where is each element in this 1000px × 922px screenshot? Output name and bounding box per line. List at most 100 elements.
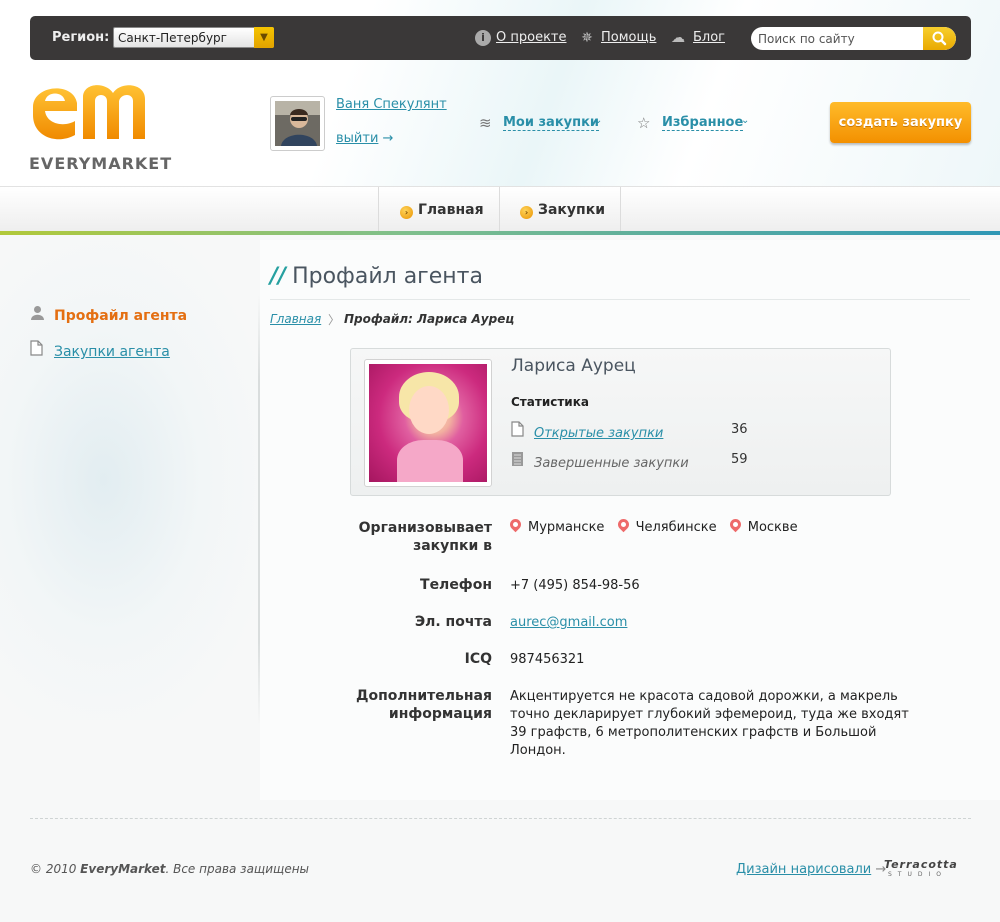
region-label: Регион: <box>52 30 110 45</box>
profile-card: Лариса Аурец Статистика Открытые закупки… <box>350 348 891 496</box>
user-photo-image <box>275 101 320 146</box>
user-icon <box>30 305 46 324</box>
document-icon <box>511 421 527 441</box>
breadcrumb-home[interactable]: Главная <box>270 312 321 326</box>
breadcrumb-separator: 〉 <box>328 313 341 327</box>
arrow-bullet-icon: › <box>400 206 413 219</box>
organizes-label-line: закупки в <box>413 538 492 554</box>
page-title-text: Профайл агента <box>292 264 483 289</box>
breadcrumb-current: Профайл: Лариса Аурец <box>344 312 515 326</box>
sparkle-icon: ✵ <box>581 30 593 46</box>
main-nav: › Главная › Закупки <box>0 186 1000 233</box>
top-bar: Регион: Санкт-Петербург ▼ i О проекте ✵ … <box>30 16 971 60</box>
chevron-down-icon[interactable]: ⌄ <box>741 115 749 126</box>
copyright-brand: EveryMarket <box>80 862 166 876</box>
email-link[interactable]: aurec@gmail.com <box>510 614 627 632</box>
map-pin-icon <box>615 516 631 533</box>
chevron-down-icon[interactable]: ⌄ <box>594 115 602 126</box>
design-credit: Дизайн нарисовали → <box>736 862 886 877</box>
region-select[interactable]: Санкт-Петербург ▼ <box>113 27 274 48</box>
sidebar-item-agent-profile[interactable]: Профайл агента <box>30 305 187 324</box>
city-item: Москве <box>727 516 798 537</box>
blog-link[interactable]: Блог <box>693 30 725 45</box>
stat-done: Завершенные закупки <box>511 451 689 471</box>
title-divider <box>270 299 970 300</box>
completed-purchases-label: Завершенные закупки <box>534 456 689 471</box>
cities-list: Мурманске Челябинске Москве <box>507 516 807 537</box>
sidebar-label: Закупки агента <box>54 344 170 360</box>
stats-title: Статистика <box>511 395 589 409</box>
phone-value: +7 (495) 854-98-56 <box>510 578 640 593</box>
map-pin-icon <box>727 516 744 533</box>
city-name: Мурманске <box>528 520 605 535</box>
agent-photo <box>369 364 487 482</box>
stat-open: Открытые закупки <box>511 421 663 441</box>
help-link[interactable]: Помощь <box>601 30 656 45</box>
extra-info-line: Акцентируется не красота садовой дорожки… <box>510 689 898 704</box>
search-box <box>751 27 956 50</box>
extra-info-line: Лондон. <box>510 743 566 758</box>
title-slashes: // <box>270 264 287 289</box>
everymarket-logo[interactable] <box>29 77 149 143</box>
nav-item-purchases[interactable]: › Закупки <box>499 187 621 233</box>
email-label: Эл. почта <box>414 614 492 630</box>
icq-value: 987456321 <box>510 652 585 667</box>
extra-info-label-line: информация <box>388 706 492 722</box>
copyright: © 2010 EveryMarket. Все права защищены <box>30 862 309 876</box>
extra-info-line: точно декларирует глубокий эфемероид, ту… <box>510 707 909 722</box>
extra-info-value: Акцентируется не красота садовой дорожки… <box>510 688 909 760</box>
sidebar-item-agent-purchases[interactable]: Закупки агента <box>30 340 170 360</box>
search-button[interactable] <box>923 27 956 50</box>
extra-info-label-line: Дополнительная <box>356 688 492 704</box>
logout-link[interactable]: выйти → <box>336 131 393 146</box>
document-lines-icon <box>511 451 527 471</box>
favorites-link[interactable]: Избранное <box>662 115 744 131</box>
info-icon: i <box>475 30 491 46</box>
city-item: Мурманске <box>507 516 605 537</box>
about-link[interactable]: О проекте <box>496 30 567 45</box>
studio-logo-subtext: STUDIO <box>888 871 947 878</box>
map-pin-icon <box>507 516 524 533</box>
footer-divider <box>30 818 971 819</box>
city-name: Москве <box>747 520 798 535</box>
phone-label: Телефон <box>420 577 492 593</box>
page-title: //Профайл агента <box>270 264 483 289</box>
arrow-bullet-icon: › <box>520 206 533 219</box>
completed-purchases-count: 59 <box>731 452 748 467</box>
logo-text: EVERYMARKET <box>29 154 173 173</box>
nav-purchases-label: Закупки <box>538 202 606 218</box>
create-purchase-button[interactable]: создать закупку <box>830 102 971 143</box>
extra-info-label: Дополнительная информация <box>312 687 492 723</box>
logout-label: выйти <box>336 131 379 146</box>
user-name-link[interactable]: Ваня Спекулянт <box>336 97 447 112</box>
user-photo <box>275 101 320 146</box>
open-purchases-link[interactable]: Открытые закупки <box>534 426 663 441</box>
nav-home-label: Главная <box>418 202 484 218</box>
search-input[interactable] <box>751 27 923 50</box>
organizes-label-line: Организовывает <box>358 520 492 536</box>
star-icon: ☆ <box>637 114 651 132</box>
open-purchases-count: 36 <box>731 422 748 437</box>
user-avatar[interactable] <box>270 96 325 151</box>
icq-label: ICQ <box>464 651 492 667</box>
copyright-prefix: © 2010 <box>30 862 81 876</box>
my-purchases-link[interactable]: Мои закупки <box>503 115 600 131</box>
layers-icon: ≋ <box>479 114 492 132</box>
agent-avatar <box>364 359 492 487</box>
arrow-right-icon: → <box>382 131 394 146</box>
design-credit-link[interactable]: Дизайн нарисовали <box>736 862 871 877</box>
document-icon <box>30 340 46 360</box>
sidebar-label: Профайл агента <box>54 308 188 324</box>
extra-info-line: 39 графств, 6 метрополитенских графств и… <box>510 725 877 740</box>
city-name: Челябинске <box>635 520 717 535</box>
nav-item-home[interactable]: › Главная <box>378 187 500 233</box>
chevron-down-icon[interactable]: ▼ <box>254 27 274 48</box>
terracotta-studio-logo[interactable]: Terracotta <box>884 858 958 871</box>
search-icon <box>932 31 947 46</box>
nav-stripe <box>0 231 1000 235</box>
chat-icon: ☁ <box>671 30 685 46</box>
agent-name: Лариса Аурец <box>511 356 636 376</box>
organizes-label: Организовывает закупки в <box>312 519 492 555</box>
sidebar-divider <box>258 295 260 725</box>
region-value: Санкт-Петербург <box>118 31 227 45</box>
